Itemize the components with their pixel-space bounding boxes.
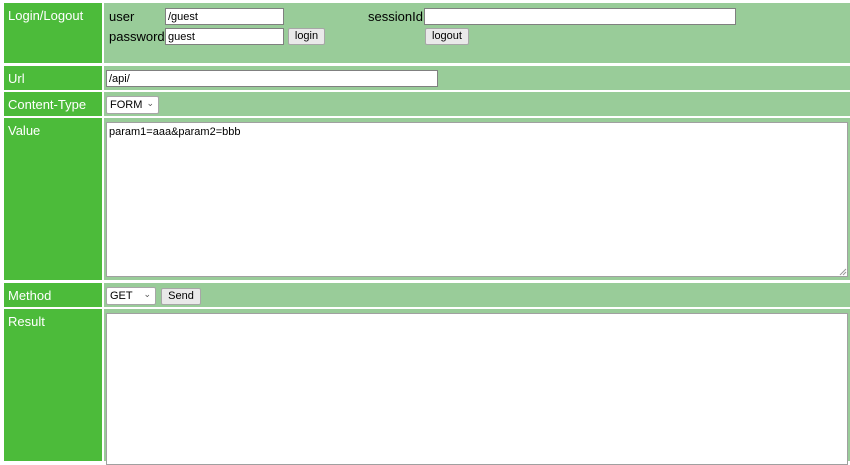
result-textarea[interactable] — [106, 313, 848, 465]
password-input[interactable] — [165, 28, 284, 45]
url-input[interactable] — [106, 70, 438, 87]
value-textarea[interactable]: param1=aaa&param2=bbb — [106, 122, 848, 277]
content-type-selected-value: FORM — [110, 99, 143, 111]
url-label: Url — [4, 66, 102, 90]
session-id-input[interactable] — [424, 8, 736, 25]
login-button[interactable]: login — [288, 28, 325, 45]
logout-button[interactable]: logout — [425, 28, 469, 45]
value-cell: param1=aaa&param2=bbb — [104, 118, 850, 280]
url-cell — [104, 66, 850, 90]
login-logout-label: Login/Logout — [4, 3, 102, 63]
method-label: Method — [4, 283, 102, 307]
login-logout-cell: user password login sessionId logout — [104, 3, 850, 63]
resize-grip-icon[interactable] — [839, 268, 847, 276]
user-input[interactable] — [165, 8, 284, 25]
session-id-label: sessionId — [368, 9, 423, 24]
result-label: Result — [4, 309, 102, 461]
content-type-select[interactable]: FORM ⌄ — [106, 96, 159, 114]
user-label: user — [109, 9, 135, 24]
value-label: Value — [4, 118, 102, 280]
result-cell — [104, 309, 850, 465]
content-type-cell: FORM ⌄ — [104, 92, 850, 116]
chevron-down-icon: ⌄ — [143, 289, 151, 299]
password-label: password — [109, 29, 165, 44]
method-cell: GET ⌄ Send — [104, 283, 850, 307]
method-select[interactable]: GET ⌄ — [106, 287, 156, 305]
chevron-down-icon: ⌄ — [146, 98, 154, 108]
content-type-label: Content-Type — [4, 92, 102, 116]
method-selected-value: GET — [110, 290, 133, 302]
send-button[interactable]: Send — [161, 288, 201, 305]
